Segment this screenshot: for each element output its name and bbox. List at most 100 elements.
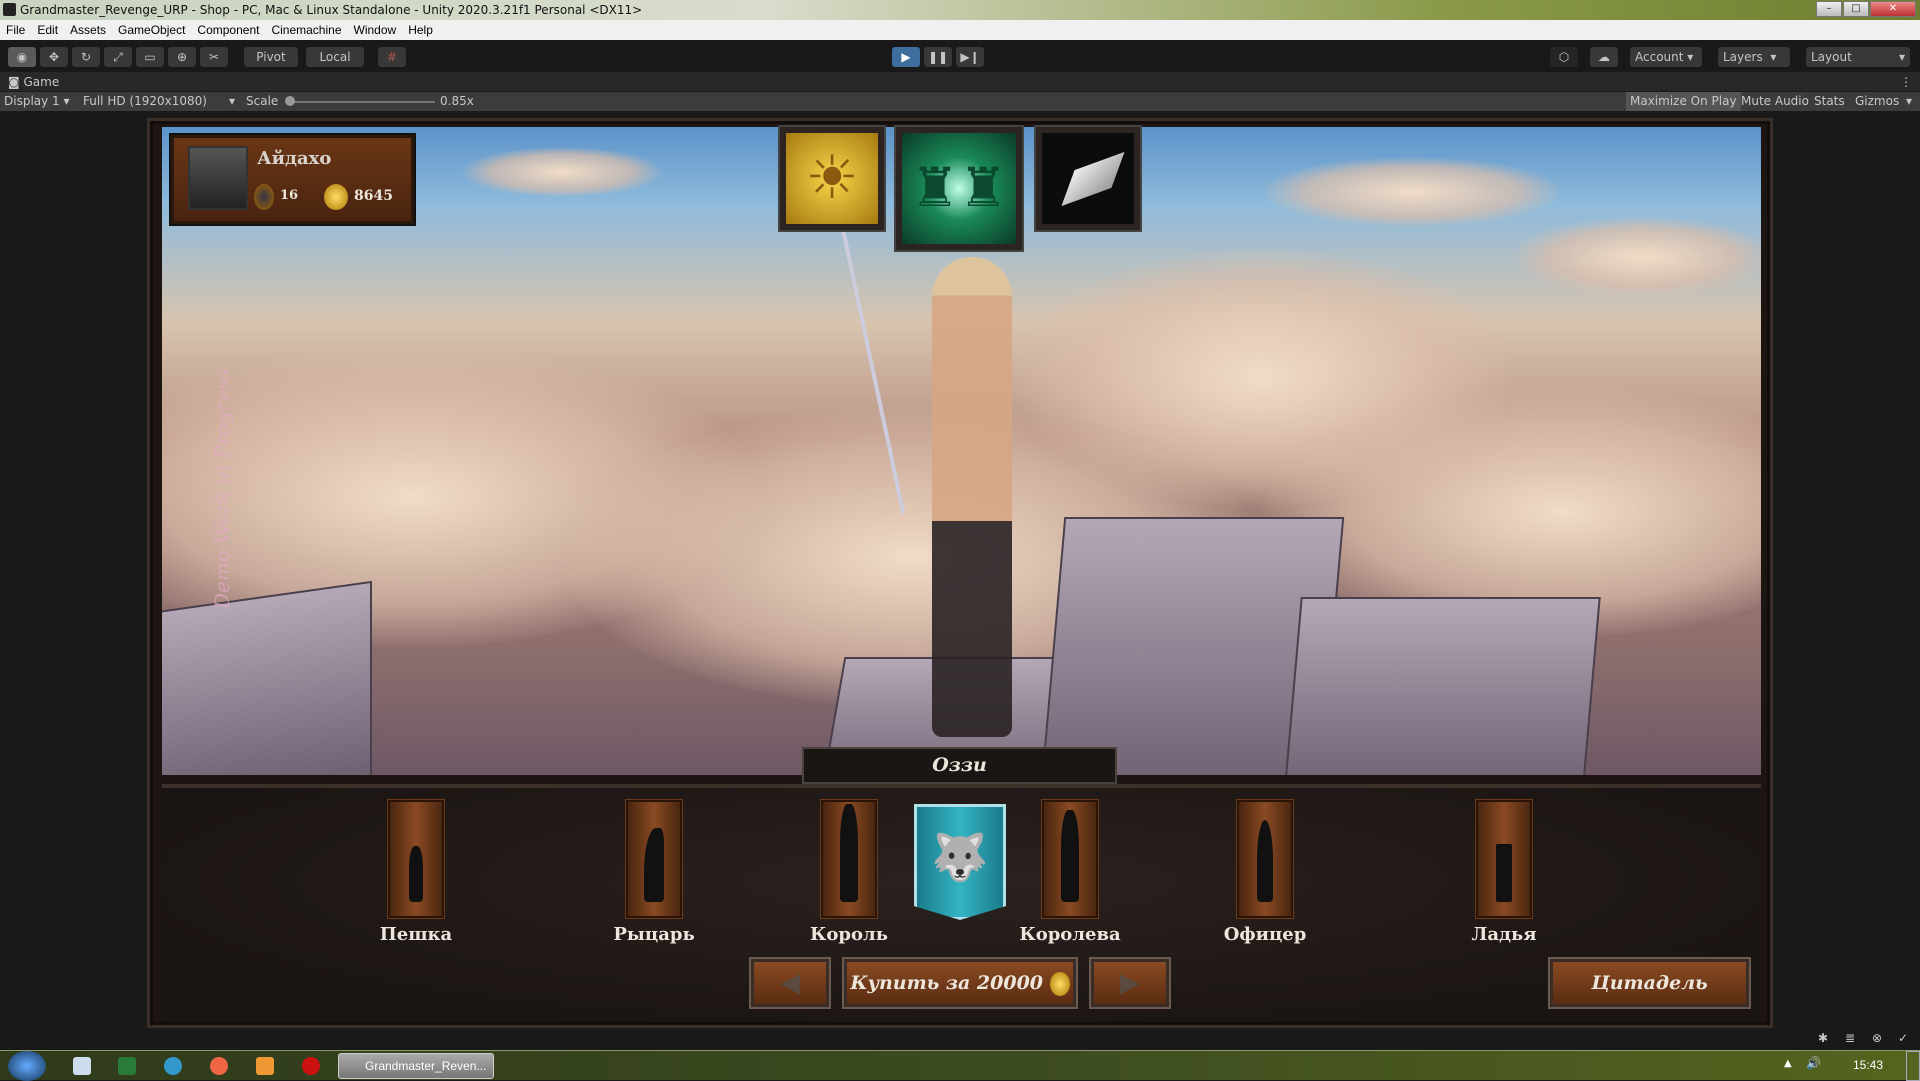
layers-label: Layers <box>1723 50 1763 64</box>
faction-banner-wolf[interactable]: 🐺 <box>914 804 1006 920</box>
maximize-button[interactable]: □ <box>1843 1 1869 17</box>
previous-button[interactable]: ◀ <box>751 959 829 1007</box>
player-rank: 16 <box>280 188 299 203</box>
wolf-icon: 🐺 <box>931 830 989 884</box>
menu-bar: File Edit Assets GameObject Component Ci… <box>0 20 1920 40</box>
piece-card-rook[interactable] <box>1476 800 1532 918</box>
piece-card-knight[interactable] <box>626 800 682 918</box>
close-button[interactable]: ✕ <box>1870 1 1916 17</box>
rotate-tool-icon[interactable]: ↻ <box>72 47 100 67</box>
piece-card-pawn[interactable] <box>388 800 444 918</box>
citadel-button[interactable]: Цитадель <box>1550 959 1749 1007</box>
account-dropdown[interactable]: Account ▾ <box>1630 47 1702 67</box>
characters-category-tab[interactable]: ♜♜ <box>896 127 1022 250</box>
minimize-button[interactable]: – <box>1816 1 1842 17</box>
pause-button[interactable]: ❚❚ <box>924 47 952 67</box>
play-button[interactable]: ▶ <box>892 47 920 67</box>
pivot-button[interactable]: Pivot <box>244 47 298 67</box>
piece-label-pawn: Пешка <box>379 924 453 945</box>
mute-audio-toggle[interactable]: Mute Audio <box>1741 92 1809 111</box>
display-label: Display 1 <box>4 94 60 108</box>
player-name: Айдахо <box>257 148 332 169</box>
buy-label: Купить за 20000 <box>850 972 1044 994</box>
piece-card-queen[interactable] <box>1042 800 1098 918</box>
arrow-left-icon: ◀ <box>780 968 800 998</box>
stats-toggle[interactable]: Stats <box>1814 92 1845 111</box>
scale-value: 0.85x <box>440 94 474 108</box>
arrow-right-icon: ▶ <box>1120 968 1140 998</box>
maximize-on-play-toggle[interactable]: Maximize On Play <box>1626 92 1741 111</box>
piece-label-queen: Королева <box>1019 924 1121 945</box>
gold-coin-icon <box>1049 972 1070 996</box>
sun-category-tab[interactable]: ☀ <box>780 127 884 230</box>
firefox-icon[interactable] <box>210 1057 228 1075</box>
explorer-icon[interactable] <box>73 1057 91 1075</box>
player-avatar <box>188 146 248 210</box>
piece-label-bishop: Офицер <box>1223 924 1307 945</box>
layers-dropdown[interactable]: Layers ▾ <box>1718 47 1790 67</box>
layout-label: Layout <box>1811 50 1852 64</box>
window-title: Grandmaster_Revenge_URP - Shop - PC, Mac… <box>20 3 643 17</box>
scale-slider-handle[interactable] <box>285 96 295 106</box>
piece-label-rook: Ладья <box>1471 924 1537 945</box>
scale-tool-icon[interactable]: ⤢ <box>104 47 132 67</box>
move-tool-icon[interactable]: ✥ <box>40 47 68 67</box>
layout-dropdown[interactable]: Layout ▾ <box>1806 47 1910 67</box>
gizmos-dropdown-icon[interactable]: ▾ <box>1906 92 1912 111</box>
resolution-dropdown[interactable]: Full HD (1920x1080) ▾ <box>83 92 235 111</box>
sun-icon: ☀ <box>805 143 859 213</box>
opera-icon[interactable] <box>302 1057 320 1075</box>
menu-help[interactable]: Help <box>408 20 433 40</box>
character-name: Оззи <box>932 754 987 776</box>
resolution-label: Full HD (1920x1080) <box>83 94 207 108</box>
display-dropdown[interactable]: Display 1 ▾ <box>4 92 70 111</box>
excel-icon[interactable] <box>118 1057 136 1075</box>
ie-icon[interactable] <box>164 1057 182 1075</box>
media-player-icon[interactable] <box>256 1057 274 1075</box>
menu-file[interactable]: File <box>6 20 25 40</box>
custom-tool-icon[interactable]: ✂ <box>200 47 228 67</box>
debug-icon[interactable]: ✱ <box>1818 1031 1828 1045</box>
more-options-icon[interactable]: ⋮ <box>1900 72 1912 92</box>
cloud-icon[interactable]: ☁ <box>1590 47 1618 67</box>
menu-window[interactable]: Window <box>354 20 397 40</box>
piece-card-king[interactable] <box>821 800 877 918</box>
gizmos-toggle[interactable]: Gizmos <box>1855 92 1899 111</box>
boards-category-tab[interactable] <box>1036 127 1140 230</box>
window-title-bar: Grandmaster_Revenge_URP - Shop - PC, Mac… <box>0 0 1920 20</box>
unity-icon <box>3 3 16 16</box>
local-label: Local <box>319 50 351 64</box>
clock[interactable]: 15:43 <box>1853 1058 1883 1072</box>
show-hidden-icons[interactable]: ▲ <box>1784 1058 1792 1069</box>
taskbar-unity-app[interactable]: Grandmaster_Reven... <box>338 1053 494 1079</box>
local-button[interactable]: Local <box>306 47 364 67</box>
menu-cinemachine[interactable]: Cinemachine <box>271 20 341 40</box>
buy-button[interactable]: Купить за 20000 <box>844 959 1076 1007</box>
rect-tool-icon[interactable]: ▭ <box>136 47 164 67</box>
game-tab[interactable]: ◙ Game ⋮ <box>0 72 1920 92</box>
menu-assets[interactable]: Assets <box>70 20 106 40</box>
unity-status-bar: ✱ ≣ ⊗ ✓ <box>0 1028 1920 1050</box>
player-gold: 8645 <box>354 188 393 204</box>
baking-icon[interactable]: ⊗ <box>1872 1031 1882 1045</box>
menu-component[interactable]: Component <box>197 20 259 40</box>
scale-slider[interactable] <box>290 101 435 103</box>
game-tab-label: Game <box>23 75 60 89</box>
collab-icon[interactable]: ⬡ <box>1550 47 1578 67</box>
show-desktop-button[interactable] <box>1906 1051 1920 1081</box>
view-tool-eye-icon[interactable]: ◉ <box>8 47 36 67</box>
piece-card-bishop[interactable] <box>1237 800 1293 918</box>
volume-icon[interactable]: 🔊 <box>1806 1056 1821 1070</box>
taskbar-app-label: Grandmaster_Reven... <box>365 1059 487 1073</box>
cache-icon[interactable]: ≣ <box>1845 1031 1855 1045</box>
step-button[interactable]: ▶❙ <box>956 47 984 67</box>
account-label: Account <box>1635 50 1684 64</box>
gamepad-icon: ◙ <box>8 75 20 89</box>
transform-tool-icon[interactable]: ⊕ <box>168 47 196 67</box>
menu-edit[interactable]: Edit <box>37 20 58 40</box>
check-icon[interactable]: ✓ <box>1898 1031 1908 1045</box>
grid-snap-icon[interactable]: # <box>378 47 406 67</box>
start-button[interactable] <box>8 1051 46 1081</box>
next-button[interactable]: ▶ <box>1091 959 1169 1007</box>
menu-gameobject[interactable]: GameObject <box>118 20 185 40</box>
